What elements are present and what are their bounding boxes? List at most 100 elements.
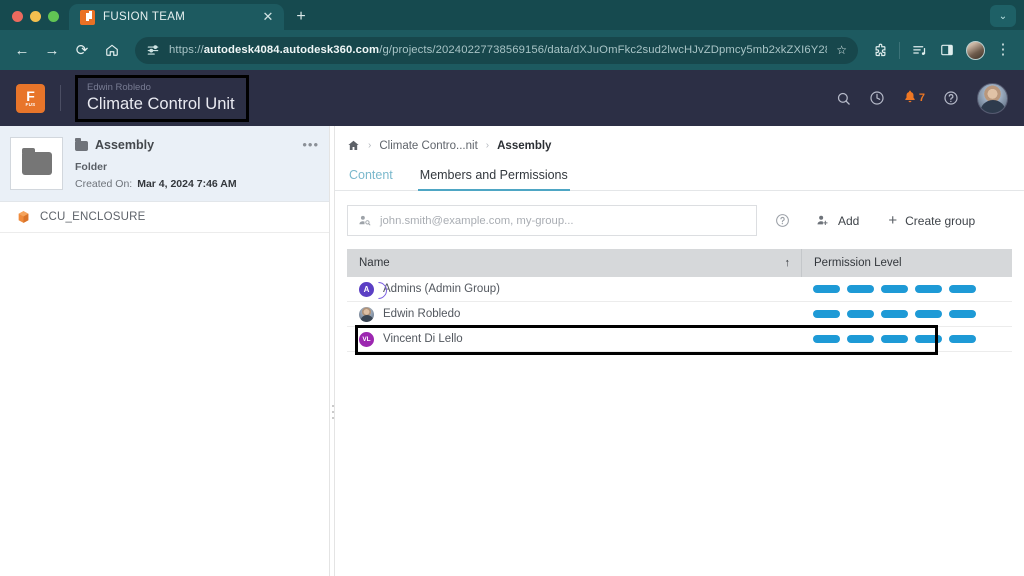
member-name-cell: VL Vincent Di Lello	[347, 332, 801, 347]
home-button[interactable]	[98, 36, 126, 64]
sidebar-detail-info: Assembly ••• Folder Created On:Mar 4, 20…	[75, 137, 319, 190]
permission-level-cell[interactable]	[801, 310, 1012, 318]
splitter-grip-icon	[332, 405, 334, 419]
create-group-button[interactable]: + Create group	[888, 213, 975, 228]
redaction-bar	[915, 285, 942, 293]
redaction-bar	[949, 310, 976, 318]
fusion-logo-icon[interactable]: F FUS	[16, 84, 45, 113]
browser-window: FUSION TEAM ✕ + ⌄ ← → ⟳ https://autodesk…	[0, 0, 1024, 576]
project-owner: Edwin Robledo	[87, 82, 235, 94]
member-avatar	[359, 307, 374, 322]
invite-input[interactable]: john.smith@example.com, my-group...	[347, 205, 757, 236]
redaction-bar	[881, 335, 908, 343]
person-search-icon	[358, 214, 371, 227]
redaction-bar	[813, 310, 840, 318]
breadcrumb-separator: ›	[368, 140, 371, 151]
redaction-bar	[949, 335, 976, 343]
toolbar-divider	[899, 42, 900, 59]
header-divider	[60, 85, 61, 111]
folder-small-icon	[75, 141, 88, 151]
side-panel-icon[interactable]	[934, 37, 960, 63]
column-header-permission[interactable]: Permission Level	[801, 249, 1012, 277]
sort-ascending-icon[interactable]: ↑	[785, 257, 791, 269]
table-row[interactable]: Edwin Robledo	[347, 302, 1012, 327]
fusion-logo-sub: FUS	[26, 102, 36, 107]
breadcrumb-separator-2: ›	[486, 140, 489, 151]
redaction-bar	[847, 310, 874, 318]
member-name-cell: Edwin Robledo	[347, 307, 801, 322]
add-member-button[interactable]: Add	[816, 214, 859, 228]
bookmark-star-icon[interactable]: ☆	[836, 43, 847, 57]
back-button[interactable]: ←	[8, 36, 36, 64]
cube-icon	[17, 210, 30, 224]
create-group-label: Create group	[905, 214, 975, 228]
maximize-window-button[interactable]	[48, 11, 59, 22]
permission-level-cell[interactable]	[801, 335, 1012, 343]
profile-avatar[interactable]	[962, 37, 988, 63]
group-avatar: A	[359, 282, 374, 297]
home-icon[interactable]	[347, 139, 360, 152]
help-icon[interactable]	[943, 90, 959, 106]
folder-icon	[22, 152, 52, 175]
table-row[interactable]: VL Vincent Di Lello	[347, 327, 1012, 352]
plus-icon: +	[888, 213, 897, 228]
extensions-icon[interactable]	[867, 37, 893, 63]
main-content: › Climate Contro...nit › Assembly Conten…	[335, 126, 1024, 576]
tab-members-and-permissions[interactable]: Members and Permissions	[418, 162, 570, 191]
app-body: Assembly ••• Folder Created On:Mar 4, 20…	[0, 126, 1024, 576]
sidebar-empty-space	[0, 233, 329, 576]
breadcrumb: › Climate Contro...nit › Assembly	[335, 133, 1024, 158]
page-title: Climate Control Unit	[87, 94, 235, 114]
person-add-icon	[816, 214, 829, 227]
folder-thumbnail	[10, 137, 63, 190]
notifications-button[interactable]: 7	[903, 89, 925, 107]
browser-menu-icon[interactable]: ⋮	[990, 37, 1016, 63]
forward-button[interactable]: →	[38, 36, 66, 64]
notification-count-badge: 7	[919, 92, 925, 104]
project-title-block[interactable]: Edwin Robledo Climate Control Unit	[75, 75, 249, 122]
reading-list-icon[interactable]	[906, 37, 932, 63]
close-tab-icon[interactable]: ✕	[260, 9, 276, 25]
content-tabs: Content Members and Permissions	[335, 162, 1024, 191]
header-actions: 7	[836, 83, 1008, 114]
add-button-label: Add	[838, 214, 859, 228]
fusion-logo-letter: F	[26, 90, 35, 102]
search-icon[interactable]	[836, 91, 851, 106]
close-window-button[interactable]	[12, 11, 23, 22]
breadcrumb-item-current: Assembly	[497, 140, 551, 152]
permissions-help-icon[interactable]	[775, 213, 790, 228]
sidebar-folder-name: Assembly	[95, 138, 295, 152]
add-member-bar: john.smith@example.com, my-group...	[335, 191, 1024, 236]
redaction-bar	[813, 335, 840, 343]
window-controls[interactable]	[8, 11, 69, 30]
panel-splitter[interactable]	[329, 126, 335, 576]
redaction-bar	[847, 335, 874, 343]
sidebar-item-type: Folder	[75, 161, 319, 173]
table-row[interactable]: A Admins (Admin Group)	[347, 277, 1012, 302]
redaction-bar	[847, 285, 874, 293]
site-settings-icon[interactable]	[146, 43, 160, 57]
new-tab-button[interactable]: +	[288, 4, 314, 30]
chevron-down-icon[interactable]: ⌄	[990, 5, 1016, 27]
tab-content[interactable]: Content	[347, 162, 395, 190]
sidebar-created-on: Created On:Mar 4, 2024 7:46 AM	[75, 178, 319, 190]
minimize-window-button[interactable]	[30, 11, 41, 22]
member-name: Admins (Admin Group)	[383, 283, 500, 295]
history-clock-icon[interactable]	[869, 90, 885, 106]
reload-button[interactable]: ⟳	[68, 36, 96, 64]
bell-icon	[903, 89, 917, 107]
user-avatar[interactable]	[977, 83, 1008, 114]
sidebar-detail-panel[interactable]: Assembly ••• Folder Created On:Mar 4, 20…	[0, 126, 329, 202]
member-avatar-initials: VL	[359, 332, 374, 347]
url-text: https://autodesk4084.autodesk360.com/g/p…	[169, 44, 827, 56]
permission-level-cell[interactable]	[801, 285, 1012, 293]
member-name-cell: A Admins (Admin Group)	[347, 282, 801, 297]
address-bar[interactable]: https://autodesk4084.autodesk360.com/g/p…	[135, 37, 858, 64]
sidebar-item-label: CCU_ENCLOSURE	[40, 211, 145, 223]
overflow-menu-icon[interactable]: •••	[302, 142, 319, 148]
browser-tab[interactable]: FUSION TEAM ✕	[69, 4, 284, 30]
table-header-row: Name ↑ Permission Level	[347, 249, 1012, 277]
sidebar-item-ccu-enclosure[interactable]: CCU_ENCLOSURE	[0, 202, 329, 233]
column-header-name[interactable]: Name ↑	[347, 257, 801, 269]
breadcrumb-item-project[interactable]: Climate Contro...nit	[379, 140, 477, 152]
